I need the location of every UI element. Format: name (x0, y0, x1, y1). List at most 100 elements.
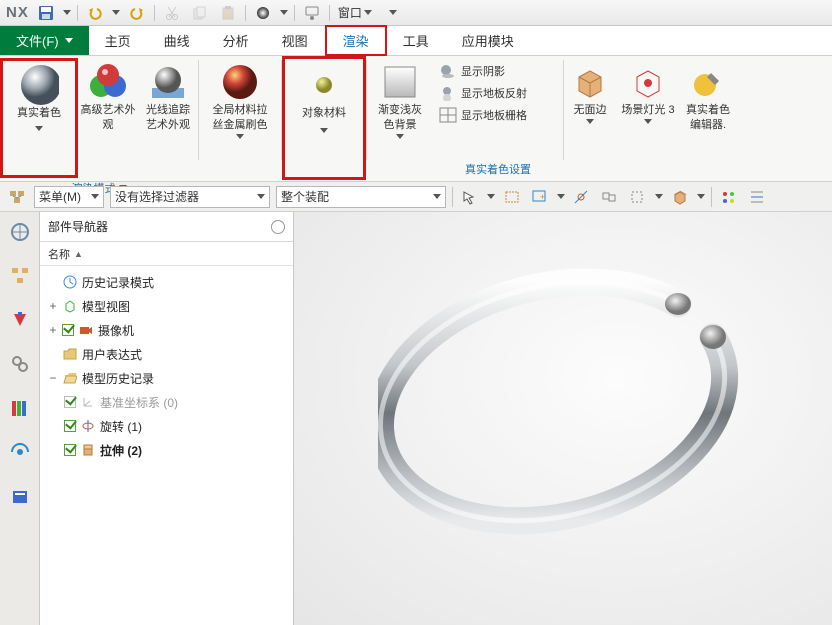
gradient-swatch-icon (380, 62, 420, 102)
pin-icon[interactable] (271, 220, 285, 234)
group-caption-true-shade: 真实着色设置 (465, 159, 531, 181)
undo-dropdown-icon[interactable] (112, 10, 120, 15)
chevron-down-icon (644, 119, 652, 124)
node-model-view[interactable]: + 模型视图 (44, 294, 289, 318)
lbtn-tree-icon[interactable] (6, 262, 34, 290)
sel8-icon[interactable] (718, 186, 740, 208)
menu-app[interactable]: 应用模块 (446, 26, 531, 55)
ribbon-group-render-mode: 真实着色 高级艺术外 观 光线追踪 艺术外观 渲染模式 (0, 56, 198, 181)
chevron-down-icon (586, 119, 594, 124)
checkbox-icon[interactable] (64, 420, 76, 432)
cut-icon (161, 3, 183, 23)
selection-filter-combo[interactable]: 没有选择过滤器 (110, 186, 270, 208)
ray-trace-button[interactable]: 光线追踪 艺术外观 (138, 58, 198, 156)
extrude-icon (80, 442, 96, 458)
show-shadow-toggle[interactable]: 显示阴影 (435, 60, 509, 82)
touch-icon[interactable] (301, 3, 323, 23)
sel6-icon[interactable] (627, 186, 649, 208)
sel7-icon[interactable] (669, 186, 691, 208)
quick-access-bar: NX 窗口 (0, 0, 832, 26)
true-shading-label: 真实着色 (17, 107, 61, 120)
lbtn-books-icon[interactable] (6, 394, 34, 422)
chevron-down-icon (320, 128, 328, 133)
lbtn-history-icon[interactable] (6, 482, 34, 510)
object-material-button[interactable]: 对象材料 (284, 61, 364, 154)
ribbon-group-extras: 无面边 场景灯光 3 真实着色 编辑器. (564, 56, 736, 181)
main-area: 部件导航器 名称 ▲ 历史记录模式 + 模型视图 + 摄像机 (0, 212, 832, 625)
sel1-icon[interactable] (459, 186, 481, 208)
clock-icon (62, 274, 78, 290)
node-user-expression[interactable]: 用户表达式 (44, 342, 289, 366)
menu-analyze[interactable]: 分析 (207, 26, 266, 55)
window-menu[interactable]: 窗口 (338, 4, 372, 21)
cube-icon (570, 62, 610, 102)
menu-home[interactable]: 主页 (89, 26, 148, 55)
lbtn-nav-icon[interactable] (6, 218, 34, 246)
grid-icon (439, 107, 457, 123)
ribbon-group-global-material: 全局材料拉 丝金属刷色 (199, 56, 281, 181)
chevron-down-icon (35, 126, 43, 131)
menu-view[interactable]: 视图 (266, 26, 325, 55)
global-material-button[interactable]: 全局材料拉 丝金属刷色 (199, 58, 281, 156)
sel3-dropdown[interactable] (557, 194, 565, 199)
scene-light-button[interactable]: 场景灯光 3 (616, 58, 680, 156)
node-history-mode[interactable]: 历史记录模式 (44, 270, 289, 294)
ribbon-group-object-material: 对象材料 (282, 56, 366, 180)
assembly-combo[interactable]: 整个装配 (276, 186, 446, 208)
appearance-dropdown-icon[interactable] (280, 10, 288, 15)
cube-wire-icon (62, 298, 78, 314)
sel4-icon[interactable] (571, 186, 593, 208)
node-datum-csys[interactable]: 基准坐标系 (0) (44, 390, 289, 414)
nav-title: 部件导航器 (48, 218, 108, 235)
nav-tree: 历史记录模式 + 模型视图 + 摄像机 用户表达式 − 模型历史记录 (40, 266, 293, 466)
checkbox-icon[interactable] (64, 444, 76, 456)
sel9-icon[interactable] (746, 186, 768, 208)
checkbox-icon[interactable] (64, 396, 76, 408)
sel5-icon[interactable] (599, 186, 621, 208)
sel2-icon[interactable] (501, 186, 523, 208)
small-sphere-icon (304, 65, 344, 105)
3d-viewport[interactable] (294, 212, 832, 625)
nav-column-header[interactable]: 名称 ▲ (40, 242, 293, 266)
wrench-ball-icon (688, 62, 728, 102)
ribbon: 真实着色 高级艺术外 观 光线追踪 艺术外观 渲染模式 全局材料拉 丝金属刷色 (0, 56, 832, 182)
show-floor-reflection-toggle[interactable]: 显示地板反射 (435, 82, 531, 104)
ribbon-group-true-shade-settings: 显示阴影 显示地板反射 显示地板栅格 真实着色设置 (433, 56, 563, 181)
node-extrude[interactable]: 拉伸 (2) (44, 438, 289, 462)
strategy-icon[interactable] (6, 186, 28, 208)
node-revolve[interactable]: 旋转 (1) (44, 414, 289, 438)
no-face-edge-button[interactable]: 无面边 (564, 58, 616, 156)
sel3-icon[interactable]: + (529, 186, 551, 208)
lbtn-link-icon[interactable] (6, 350, 34, 378)
undo-icon[interactable] (84, 3, 106, 23)
lbtn-constraints-icon[interactable] (6, 306, 34, 334)
part-navigator: 部件导航器 名称 ▲ 历史记录模式 + 模型视图 + 摄像机 (40, 212, 294, 625)
sel1-dropdown[interactable] (487, 194, 495, 199)
sel6-dropdown[interactable] (655, 194, 663, 199)
menu-tools[interactable]: 工具 (387, 26, 446, 55)
true-shade-editor-button[interactable]: 真实着色 编辑器. (680, 58, 736, 156)
background-button[interactable]: 渐变浅灰 色背景 (370, 58, 430, 156)
copy-icon (189, 3, 211, 23)
svg-text:+: + (540, 192, 545, 202)
lbtn-info-icon[interactable] (6, 438, 34, 466)
overflow-icon[interactable] (382, 3, 404, 23)
node-camera[interactable]: + 摄像机 (44, 318, 289, 342)
appearance-icon[interactable] (252, 3, 274, 23)
checkbox-icon[interactable] (62, 324, 74, 336)
adv-art-appearance-button[interactable]: 高级艺术外 观 (78, 58, 138, 156)
sel7-dropdown[interactable] (697, 194, 705, 199)
left-toolbar (0, 212, 40, 625)
shadow-icon (439, 63, 457, 79)
true-shading-button[interactable]: 真实着色 (0, 58, 78, 178)
show-floor-grid-toggle[interactable]: 显示地板栅格 (435, 104, 531, 126)
save-dropdown-icon[interactable] (63, 10, 71, 15)
menu-file[interactable]: 文件(F) (0, 26, 89, 55)
redo-icon[interactable] (126, 3, 148, 23)
menu-render[interactable]: 渲染 (325, 25, 387, 56)
menu-curve[interactable]: 曲线 (148, 26, 207, 55)
save-icon[interactable] (35, 3, 57, 23)
menu-combo[interactable]: 菜单(M) (34, 186, 104, 208)
node-model-history[interactable]: − 模型历史记录 (44, 366, 289, 390)
folder-icon (62, 346, 78, 362)
